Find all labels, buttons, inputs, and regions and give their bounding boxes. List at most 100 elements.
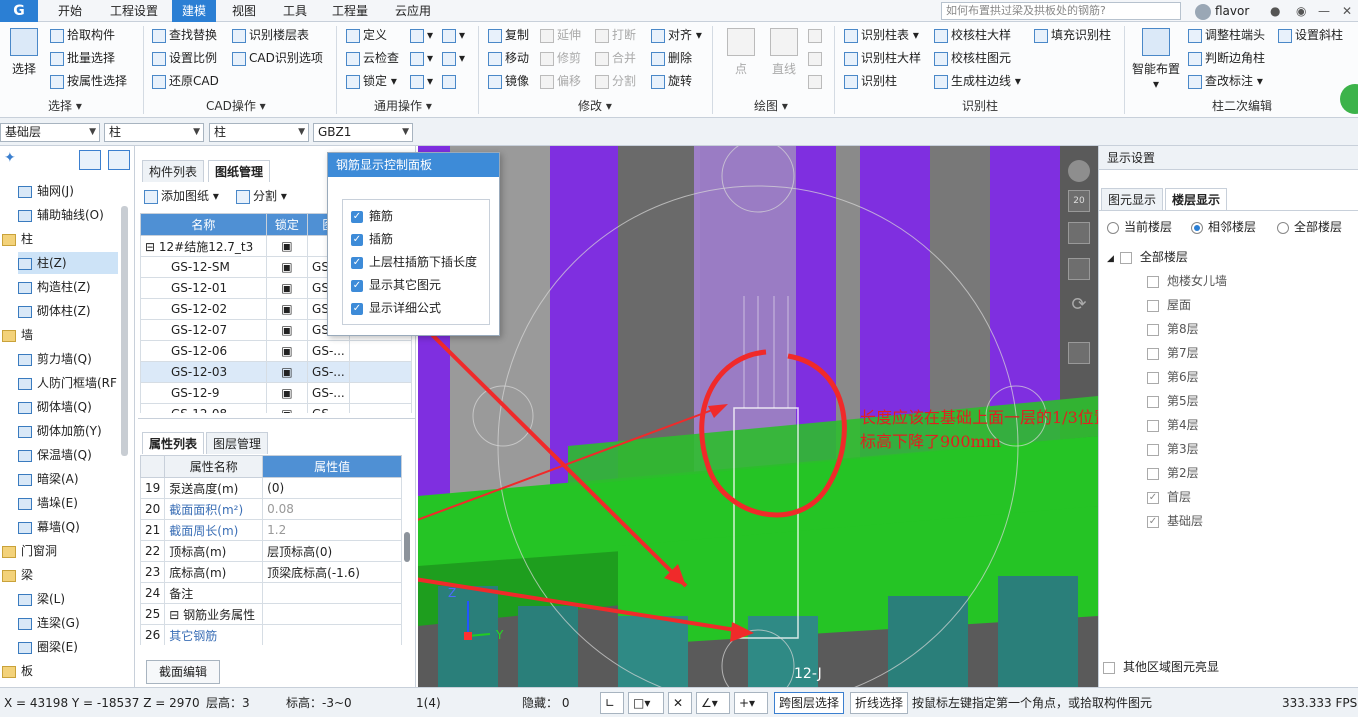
category-select[interactable]: 柱 ▼ — [104, 123, 204, 142]
scrollbar[interactable] — [121, 206, 128, 456]
checkbox-show-formula[interactable]: ✓ 显示详细公式 — [351, 298, 441, 318]
grid-view-icon[interactable] — [108, 150, 130, 170]
floor-checkbox[interactable]: 第4层 — [1147, 414, 1199, 436]
snap-icon[interactable]: □▾ — [628, 692, 664, 714]
floor-checkbox[interactable]: ✓ 基础层 — [1147, 510, 1203, 532]
cross-icon[interactable]: ✕ — [668, 692, 692, 714]
floor-checkbox[interactable]: 第6层 — [1147, 366, 1199, 388]
tree-item[interactable]: 暗梁(A) — [18, 468, 118, 490]
expand-icon[interactable]: ◢ — [1107, 254, 1114, 264]
adjust-column-end-button[interactable]: 调整柱端头 — [1188, 25, 1265, 45]
tree-folder[interactable]: 梁 — [2, 564, 118, 586]
pin-icon[interactable]: ✦ — [4, 150, 16, 166]
generate-column-edge-button[interactable]: 生成柱边线 ▾ — [934, 71, 1021, 91]
table-row[interactable]: 25 ⊟ 钢筋业务属性 — [140, 603, 402, 625]
menu-modeling[interactable]: 建模 — [172, 0, 217, 22]
tree-item[interactable]: 砌体墙(Q) — [18, 396, 118, 418]
col-name[interactable]: 名称 — [140, 213, 267, 236]
mirror-button[interactable]: 镜像 — [488, 71, 529, 91]
tab-component-list[interactable]: 构件列表 — [142, 160, 205, 182]
add-drawing-button[interactable]: 添加图纸 ▾ — [144, 186, 219, 206]
tree-folder[interactable]: 门窗洞 — [2, 540, 118, 562]
menu-cloud[interactable]: 云应用 — [385, 0, 441, 22]
lock-icon[interactable]: ▣ — [265, 382, 309, 404]
table-row[interactable]: GS-12-9 ▣ GS-... — [140, 382, 412, 404]
recognize-floor-table-button[interactable]: 识别楼层表 — [232, 25, 309, 45]
tree-item[interactable]: 砌体柱(Z) — [18, 300, 118, 322]
floor-checkbox[interactable]: ✓ 首层 — [1147, 486, 1191, 508]
zoom-level-box[interactable]: 20 — [1068, 190, 1090, 212]
pick-component-button[interactable]: 拾取构件 — [50, 25, 115, 45]
cube-view-icon[interactable] — [1068, 222, 1090, 244]
view-tool-icon[interactable]: ▾ — [410, 48, 433, 68]
rotate-view-icon[interactable]: ⟳ — [1068, 294, 1090, 316]
table-row[interactable]: 19 泵送高度(m) (0) — [140, 477, 402, 499]
checkbox-dowel[interactable]: ✓ 插筋 — [351, 229, 393, 249]
cross-layer-select-button[interactable]: 跨图层选择 — [774, 692, 845, 714]
check-column-element-button[interactable]: 校核柱图元 — [934, 48, 1011, 68]
cad-recognize-options-button[interactable]: CAD识别选项 — [232, 48, 323, 68]
scrollbar[interactable] — [404, 532, 410, 562]
user-account[interactable]: flavor — [1195, 2, 1249, 20]
polyline-select-button[interactable]: 折线选择 — [850, 692, 909, 714]
extend-button[interactable]: 延伸 — [540, 25, 581, 45]
table-row[interactable]: GS-12-06 ▣ GS-... — [140, 340, 412, 362]
table-row[interactable]: 26 其它钢筋 — [140, 624, 402, 645]
define-button[interactable]: 定义 — [346, 25, 387, 45]
table-row[interactable]: 24 备注 — [140, 582, 402, 604]
judge-corner-column-button[interactable]: 判断边角柱 — [1188, 48, 1265, 68]
break-button[interactable]: 打断 — [595, 25, 636, 45]
checkbox-upper-dowel-length[interactable]: ✓ 上层柱插筋下插长度 — [351, 252, 477, 272]
draw-line-button[interactable]: 直线 — [766, 28, 802, 77]
tree-folder[interactable]: 墙 — [2, 324, 118, 346]
tab-layer-manage[interactable]: 图层管理 — [206, 432, 269, 454]
arc-icon[interactable] — [808, 25, 825, 45]
table-row[interactable]: 20 截面面积(m²) 0.08 — [140, 498, 402, 520]
draw-point-button[interactable]: 点 — [724, 28, 758, 77]
property-value[interactable]: 1.2 — [262, 519, 402, 541]
split-button[interactable]: 分割 — [595, 71, 636, 91]
check-column-detail-button[interactable]: 校核柱大样 — [934, 25, 1011, 45]
radio-current-floor[interactable]: 当前楼层 — [1107, 216, 1172, 238]
batch-select-button[interactable]: 批量选择 — [50, 48, 115, 68]
set-inclined-column-button[interactable]: 设置斜柱 — [1278, 25, 1343, 45]
box-view-icon[interactable] — [1068, 258, 1090, 280]
tab-floor-display[interactable]: 楼层显示 — [1165, 188, 1228, 210]
split-drawing-button[interactable]: 分割 ▾ — [236, 186, 287, 206]
filter-icon[interactable] — [442, 71, 459, 91]
checkbox-stirrup[interactable]: ✓ 箍筋 — [351, 206, 393, 226]
tree-item[interactable]: 人防门框墙(RF — [18, 372, 118, 394]
circle-icon[interactable] — [808, 48, 825, 68]
collapse-icon[interactable]: ⊟ — [145, 240, 155, 254]
checkbox-show-other[interactable]: ✓ 显示其它图元 — [351, 275, 441, 295]
table-row[interactable]: 21 截面周长(m) 1.2 — [140, 519, 402, 541]
rotate-button[interactable]: 旋转 — [651, 71, 692, 91]
dim-tool-icon[interactable]: ▾ — [442, 48, 465, 68]
edit-annotation-button[interactable]: 查改标注 ▾ — [1188, 71, 1263, 91]
lock-icon[interactable]: ▣ — [265, 319, 309, 341]
property-value[interactable] — [262, 624, 402, 645]
tree-item[interactable]: 构造柱(Z) — [18, 276, 118, 298]
menu-view[interactable]: 视图 — [222, 0, 266, 22]
tree-item[interactable]: 墙垛(E) — [18, 492, 118, 514]
set-scale-button[interactable]: 设置比例 — [152, 48, 217, 68]
list-view-icon[interactable] — [79, 150, 101, 170]
restore-cad-button[interactable]: 还原CAD — [152, 71, 219, 91]
layer-tool-icon[interactable]: ▾ — [410, 25, 433, 45]
highlight-other-checkbox[interactable]: 其他区域图元亮显 — [1103, 656, 1219, 678]
recognize-column-detail-button[interactable]: 识别柱大样 — [844, 48, 921, 68]
table-row[interactable]: GS-12-03 ▣ GS-... — [140, 361, 412, 383]
select-button[interactable]: 选择 — [6, 28, 42, 77]
menu-quantity[interactable]: 工程量 — [322, 0, 378, 22]
property-value[interactable]: 0.08 — [262, 498, 402, 520]
lock-icon[interactable]: ▣ — [265, 361, 309, 383]
offset-button[interactable]: 偏移 — [540, 71, 581, 91]
select-by-attr-button[interactable]: 按属性选择 — [50, 71, 127, 91]
align-tool-icon[interactable]: ▾ — [442, 25, 465, 45]
property-value[interactable]: 层顶标高(0) — [262, 540, 402, 562]
col-lock[interactable]: 锁定 — [265, 213, 309, 236]
grid-toggle-icon[interactable] — [1068, 342, 1090, 364]
radio-all-floors[interactable]: 全部楼层 — [1277, 216, 1342, 238]
lock-icon[interactable]: ▣ — [265, 235, 309, 257]
tree-item[interactable]: 砌体加筋(Y) — [18, 420, 118, 442]
